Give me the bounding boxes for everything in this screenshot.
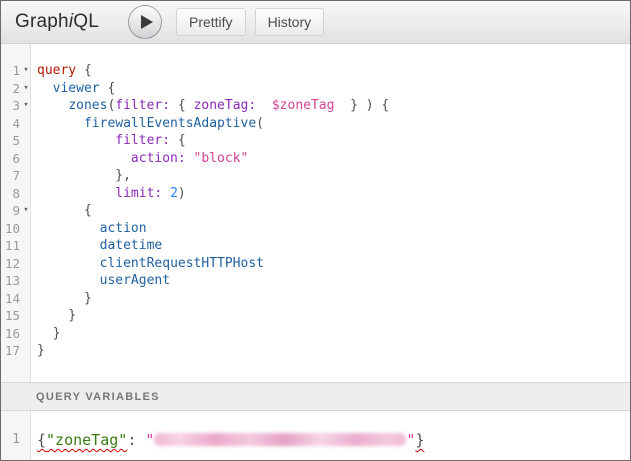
code-text: action — [32, 220, 147, 238]
fold-arrow-icon[interactable]: ▾ — [20, 97, 32, 115]
fold-gutter — [20, 272, 32, 290]
fold-gutter — [20, 237, 32, 255]
code-text: filter: { — [32, 132, 186, 150]
code-line[interactable]: 1▾query { — [1, 62, 630, 80]
code-text: } — [32, 290, 92, 308]
logo-graph: Graph — [15, 11, 69, 32]
fold-gutter — [20, 115, 32, 133]
code-text: {"zoneTag": ""} — [32, 431, 424, 449]
line-number: 6 — [1, 150, 20, 168]
code-text: firewallEventsAdaptive( — [32, 115, 264, 133]
fold-gutter — [20, 132, 32, 150]
fold-gutter — [20, 220, 32, 238]
query-editor[interactable]: 1▾query {2▾ viewer {3▾ zones(filter: { z… — [1, 44, 630, 382]
fold-gutter — [20, 255, 32, 273]
line-number: 8 — [1, 185, 20, 203]
line-number: 11 — [1, 237, 20, 255]
fold-arrow-icon[interactable]: ▾ — [20, 62, 32, 80]
line-number: 4 — [1, 115, 20, 133]
code-text: }, — [32, 167, 131, 185]
line-number: 17 — [1, 342, 20, 360]
code-line[interactable]: 7 }, — [1, 167, 630, 185]
fold-arrow-icon[interactable]: ▾ — [20, 202, 32, 220]
variables-editor[interactable]: 1 {"zoneTag": ""} — [1, 411, 630, 460]
code-line[interactable]: 1 {"zoneTag": ""} — [1, 431, 630, 449]
code-text: } — [32, 342, 45, 360]
code-line[interactable]: 16 } — [1, 325, 630, 343]
topbar: GraphiQL Prettify History — [1, 1, 630, 44]
code-line[interactable]: 17} — [1, 342, 630, 360]
code-line[interactable]: 8 limit: 2) — [1, 185, 630, 203]
code-text: } — [32, 325, 60, 343]
code-text: clientRequestHTTPHost — [32, 255, 264, 273]
code-text: { — [32, 202, 92, 220]
line-number: 5 — [1, 132, 20, 150]
line-number: 15 — [1, 307, 20, 325]
line-number: 14 — [1, 290, 20, 308]
line-number: 2 — [1, 80, 20, 98]
line-number: 1 — [1, 431, 20, 449]
fold-gutter — [20, 150, 32, 168]
line-number: 3 — [1, 97, 20, 115]
line-number: 1 — [1, 62, 20, 80]
code-text: viewer { — [32, 80, 115, 98]
fold-gutter — [20, 431, 32, 449]
code-line[interactable]: 13 userAgent — [1, 272, 630, 290]
code-line[interactable]: 11 datetime — [1, 237, 630, 255]
code-text: datetime — [32, 237, 162, 255]
code-line[interactable]: 12 clientRequestHTTPHost — [1, 255, 630, 273]
execute-button[interactable] — [128, 5, 162, 39]
code-line[interactable]: 10 action — [1, 220, 630, 238]
code-text: action: "block" — [32, 150, 248, 168]
code-line[interactable]: 3▾ zones(filter: { zoneTag: $zoneTag } )… — [1, 97, 630, 115]
fold-gutter — [20, 307, 32, 325]
line-number: 7 — [1, 167, 20, 185]
fold-gutter — [20, 325, 32, 343]
code-text: zones(filter: { zoneTag: $zoneTag } ) { — [32, 97, 389, 115]
query-variables-title-bar[interactable]: QUERY VARIABLES — [1, 382, 630, 411]
fold-gutter — [20, 342, 32, 360]
logo-ql: QL — [73, 11, 99, 32]
fold-gutter — [20, 185, 32, 203]
code-line[interactable]: 15 } — [1, 307, 630, 325]
graphiql-app: GraphiQL Prettify History 1▾query {2▾ vi… — [0, 0, 631, 461]
history-button[interactable]: History — [255, 8, 325, 36]
line-number: 10 — [1, 220, 20, 238]
code-text: limit: 2) — [32, 185, 186, 203]
code-line[interactable]: 6 action: "block" — [1, 150, 630, 168]
code-line[interactable]: 14 } — [1, 290, 630, 308]
code-line[interactable]: 5 filter: { — [1, 132, 630, 150]
fold-gutter — [20, 290, 32, 308]
prettify-button[interactable]: Prettify — [176, 8, 246, 36]
fold-gutter — [20, 167, 32, 185]
line-number: 16 — [1, 325, 20, 343]
code-text: query { — [32, 62, 92, 80]
play-icon — [141, 15, 153, 29]
code-line[interactable]: 2▾ viewer { — [1, 80, 630, 98]
code-line[interactable]: 4 firewallEventsAdaptive( — [1, 115, 630, 133]
line-number: 12 — [1, 255, 20, 273]
code-text: userAgent — [32, 272, 170, 290]
query-variables-label: QUERY VARIABLES — [36, 391, 160, 403]
graphiql-logo: GraphiQL — [15, 11, 99, 33]
redacted-value — [154, 433, 406, 446]
fold-arrow-icon[interactable]: ▾ — [20, 80, 32, 98]
line-number: 9 — [1, 202, 20, 220]
line-number: 13 — [1, 272, 20, 290]
code-line[interactable]: 9▾ { — [1, 202, 630, 220]
code-text: } — [32, 307, 76, 325]
